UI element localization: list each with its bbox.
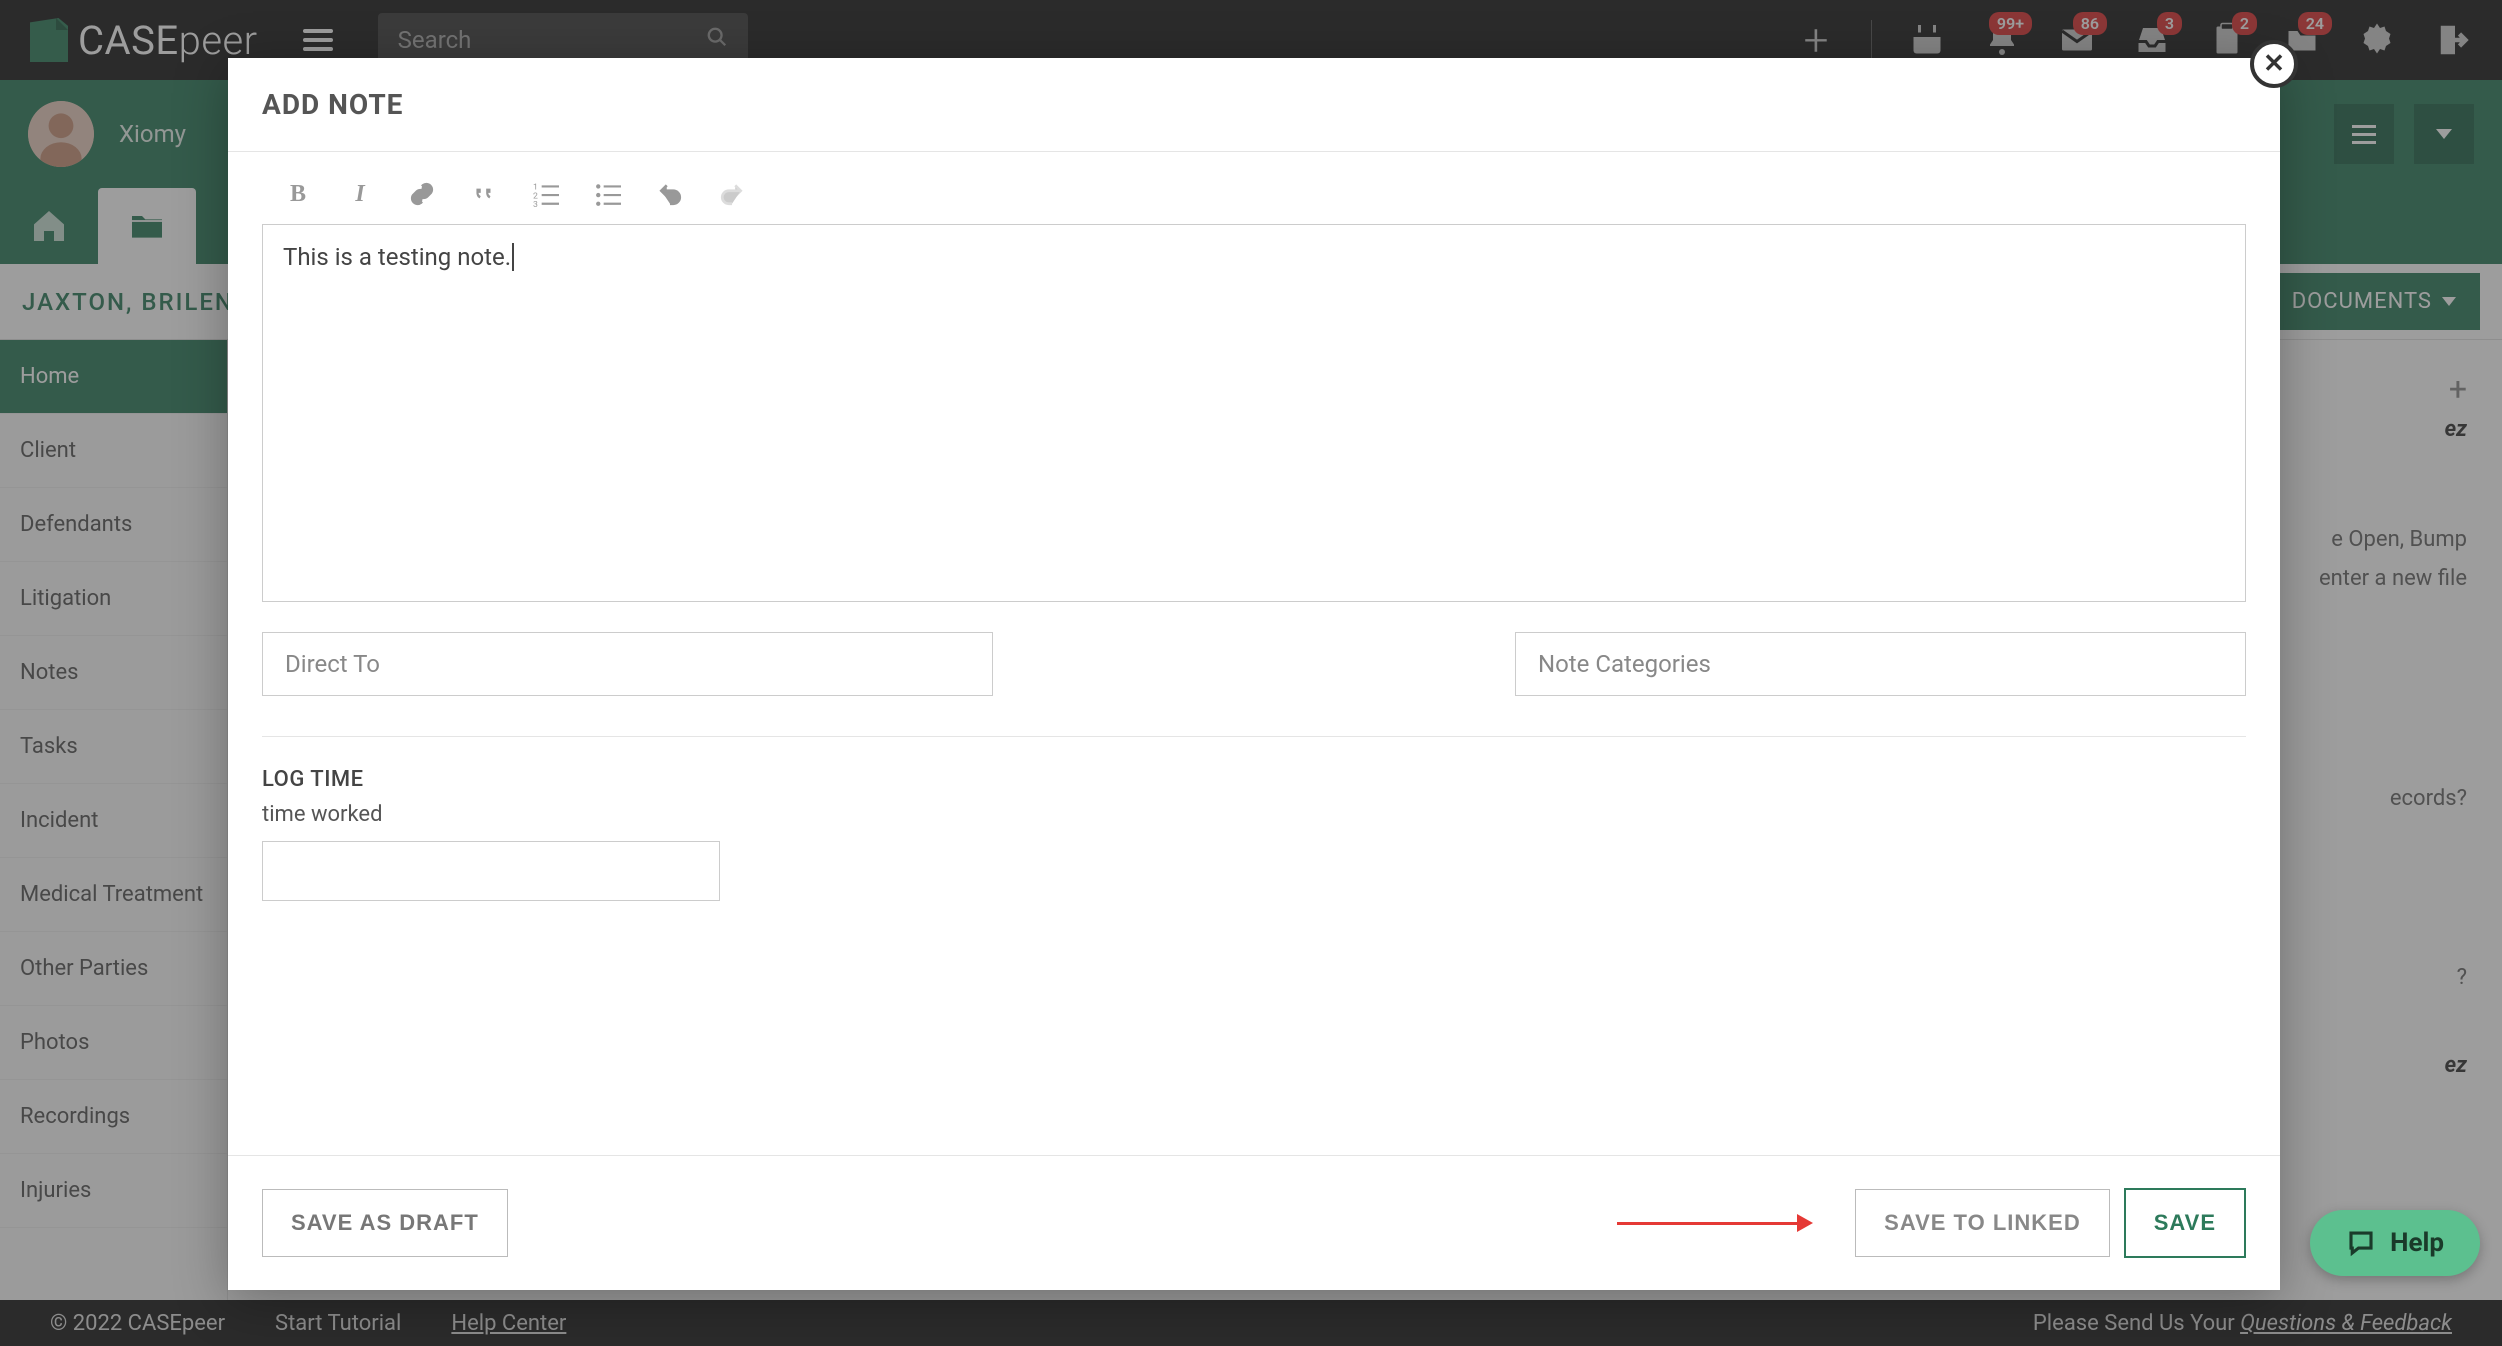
time-worked-input[interactable] <box>262 841 720 901</box>
direct-to-placeholder: Direct To <box>285 650 380 678</box>
note-editor[interactable]: This is a testing note. <box>262 224 2246 602</box>
svg-text:3: 3 <box>533 200 538 207</box>
save-button[interactable]: SAVE <box>2124 1188 2246 1258</box>
modal-close-button[interactable]: ✕ <box>2250 40 2298 88</box>
editor-ordered-list-icon[interactable]: 123 <box>530 178 562 210</box>
annotation-arrow <box>1617 1214 1813 1232</box>
direct-to-input[interactable]: Direct To <box>262 632 993 696</box>
note-categories-input[interactable]: Note Categories <box>1515 632 2246 696</box>
editor-undo-icon[interactable] <box>654 178 686 210</box>
modal-title: ADD NOTE <box>262 88 2246 121</box>
separator <box>262 736 2246 737</box>
help-fab-label: Help <box>2390 1228 2444 1258</box>
editor-italic-icon[interactable]: I <box>344 178 376 210</box>
modal-footer: SAVE AS DRAFT SAVE TO LINKED SAVE <box>228 1155 2280 1290</box>
chat-bubble-icon <box>2346 1228 2376 1258</box>
modal-header: ADD NOTE <box>228 58 2280 152</box>
log-time-heading: LOG TIME <box>262 767 2246 792</box>
editor-bold-icon[interactable]: B <box>282 178 314 210</box>
help-fab-button[interactable]: Help <box>2310 1210 2480 1276</box>
editor-unordered-list-icon[interactable] <box>592 178 624 210</box>
save-to-linked-button[interactable]: SAVE TO LINKED <box>1855 1189 2110 1257</box>
note-categories-placeholder: Note Categories <box>1538 650 1711 678</box>
editor-redo-icon[interactable] <box>716 178 748 210</box>
modal-body: B I 123 This is a testing note. <box>228 152 2280 1155</box>
log-time-sublabel: time worked <box>262 802 2246 827</box>
editor-link-icon[interactable] <box>406 178 438 210</box>
editor-toolbar: B I 123 <box>262 178 2246 224</box>
editor-content: This is a testing note. <box>283 243 511 271</box>
editor-quote-icon[interactable] <box>468 178 500 210</box>
save-as-draft-button[interactable]: SAVE AS DRAFT <box>262 1189 508 1257</box>
add-note-modal: ✕ ADD NOTE B I 123 <box>228 58 2280 1290</box>
